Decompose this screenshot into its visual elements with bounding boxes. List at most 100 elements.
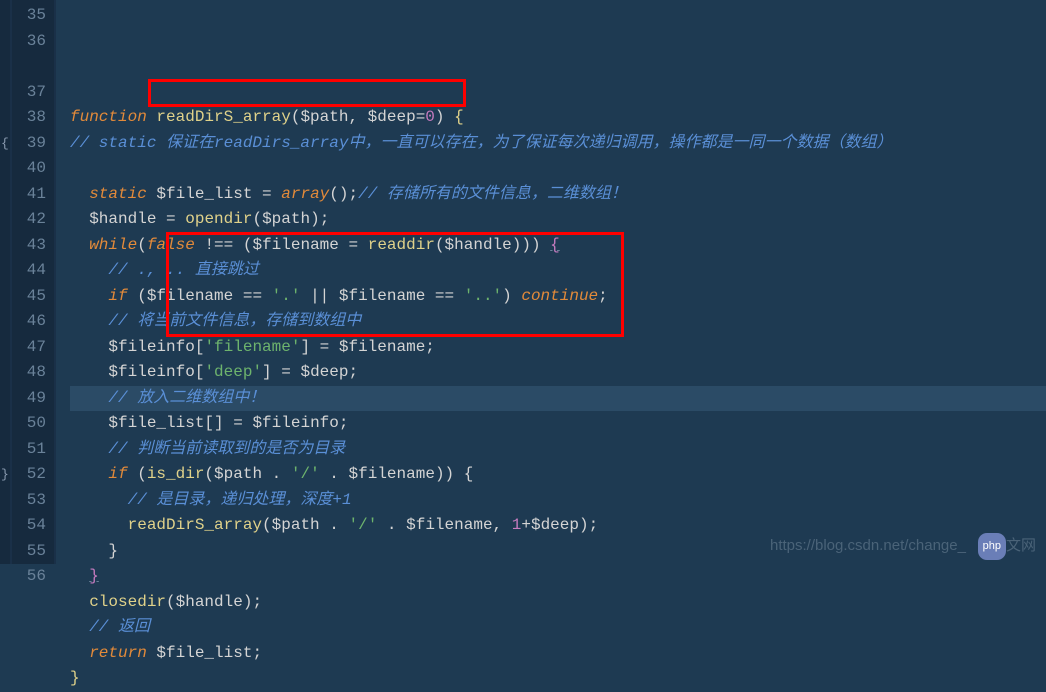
code-line[interactable]: // 将当前文件信息，存储到数组中	[70, 309, 1046, 335]
code-token: $fileinfo	[252, 414, 338, 432]
code-line[interactable]: // ., .. 直接跳过	[70, 258, 1046, 284]
line-number: 35	[12, 3, 46, 29]
code-token	[70, 338, 108, 356]
code-line[interactable]: if (is_dir($path . '/' . $filename)) {	[70, 462, 1046, 488]
code-token: =	[262, 185, 272, 203]
code-token	[70, 287, 108, 305]
code-token: ==	[243, 287, 262, 305]
code-token: (	[204, 465, 214, 483]
code-line[interactable]: return $file_list;	[70, 641, 1046, 667]
code-editor[interactable]: {} 3536373839404142434445464748495051525…	[0, 0, 1046, 564]
code-line[interactable]: static $file_list = array();// 存储所有的文件信息…	[70, 182, 1046, 208]
fold-brace-icon[interactable]: }	[1, 462, 9, 488]
code-line[interactable]: // 是目录，递归处理，深度+1	[70, 488, 1046, 514]
code-token	[147, 108, 157, 126]
code-token: (	[262, 516, 272, 534]
code-token	[397, 516, 407, 534]
code-line[interactable]: }	[70, 666, 1046, 692]
code-token: (	[166, 593, 176, 611]
code-token: ,	[493, 516, 512, 534]
code-token: $path	[214, 465, 262, 483]
code-token	[176, 210, 186, 228]
code-line[interactable]: if ($filename == '.' || $filename == '..…	[70, 284, 1046, 310]
code-token: ;	[339, 414, 349, 432]
line-number: 53	[12, 488, 46, 514]
code-token	[320, 516, 330, 534]
code-token: (	[252, 210, 262, 228]
code-token	[358, 236, 368, 254]
code-token	[156, 210, 166, 228]
php-logo-badge: php	[978, 533, 1006, 561]
code-line[interactable]: function readDirS_array($path, $deep=0) …	[70, 105, 1046, 131]
line-number: 52	[12, 462, 46, 488]
code-token: +	[521, 516, 531, 534]
code-token: $deep	[368, 108, 416, 126]
code-token: ]	[262, 363, 281, 381]
code-token: is_dir	[147, 465, 205, 483]
code-token: ;	[598, 287, 608, 305]
code-token: while	[89, 236, 137, 254]
code-token: $file_list	[156, 644, 252, 662]
code-line[interactable]: // 返回	[70, 615, 1046, 641]
code-token	[70, 261, 108, 279]
code-token	[377, 516, 387, 534]
code-token: $path	[300, 108, 348, 126]
code-token: ,	[348, 108, 367, 126]
code-line[interactable]: // 判断当前读取到的是否为目录	[70, 437, 1046, 463]
code-token	[262, 287, 272, 305]
code-token: }	[70, 542, 118, 560]
code-token: }	[70, 669, 80, 687]
code-token: $path	[272, 516, 320, 534]
code-token: ||	[310, 287, 329, 305]
code-token: '..'	[464, 287, 502, 305]
code-token: // ., .. 直接跳过	[108, 261, 258, 279]
code-area[interactable]: function readDirS_array($path, $deep=0) …	[56, 0, 1046, 564]
highlight-box-1	[148, 79, 466, 107]
code-token: []	[204, 414, 233, 432]
code-token: array	[281, 185, 329, 203]
line-number: 45	[12, 284, 46, 310]
code-line[interactable]: $fileinfo['deep'] = $deep;	[70, 360, 1046, 386]
code-token: $handle	[176, 593, 243, 611]
code-token: =	[320, 338, 330, 356]
line-number: 37	[12, 80, 46, 106]
code-token: $path	[262, 210, 310, 228]
code-token	[272, 185, 282, 203]
code-token: )) {	[435, 465, 473, 483]
code-token: )	[435, 108, 454, 126]
fold-brace-icon[interactable]: {	[1, 131, 9, 157]
code-token	[339, 465, 349, 483]
code-token: '/'	[291, 465, 320, 483]
line-number: 51	[12, 437, 46, 463]
code-token	[195, 236, 205, 254]
code-token: $filename	[349, 465, 435, 483]
code-token: // 存储所有的文件信息，二维数组！	[358, 185, 627, 203]
code-token: [	[195, 363, 205, 381]
code-token: !==	[204, 236, 233, 254]
code-line[interactable]: $fileinfo['filename'] = $filename;	[70, 335, 1046, 361]
code-line[interactable]: // 放入二维数组中！	[70, 386, 1046, 412]
code-token	[454, 287, 464, 305]
code-token	[147, 185, 157, 203]
code-line[interactable]: // static 保证在readDirs_array中，一直可以存在，为了保证…	[70, 131, 1046, 182]
code-line[interactable]: }	[70, 564, 1046, 590]
code-token: =	[281, 363, 291, 381]
code-token: ;	[348, 363, 358, 381]
code-line[interactable]: while(false !== ($filename = readdir($ha…	[70, 233, 1046, 259]
code-line[interactable]: $file_list[] = $fileinfo;	[70, 411, 1046, 437]
code-token: // 判断当前读取到的是否为目录	[108, 440, 345, 458]
code-token	[281, 465, 291, 483]
code-token: $fileinfo	[108, 363, 194, 381]
code-token: return	[89, 644, 147, 662]
code-token: =	[349, 236, 359, 254]
code-token	[70, 516, 128, 534]
code-token: 1	[512, 516, 522, 534]
line-number: 39	[12, 131, 46, 157]
code-token	[300, 287, 310, 305]
code-line[interactable]: closedir($handle);	[70, 590, 1046, 616]
code-token: ();	[329, 185, 358, 203]
code-line[interactable]: $handle = opendir($path);	[70, 207, 1046, 233]
code-token: .	[272, 465, 282, 483]
code-token: $filename	[252, 236, 338, 254]
code-token: .	[387, 516, 397, 534]
